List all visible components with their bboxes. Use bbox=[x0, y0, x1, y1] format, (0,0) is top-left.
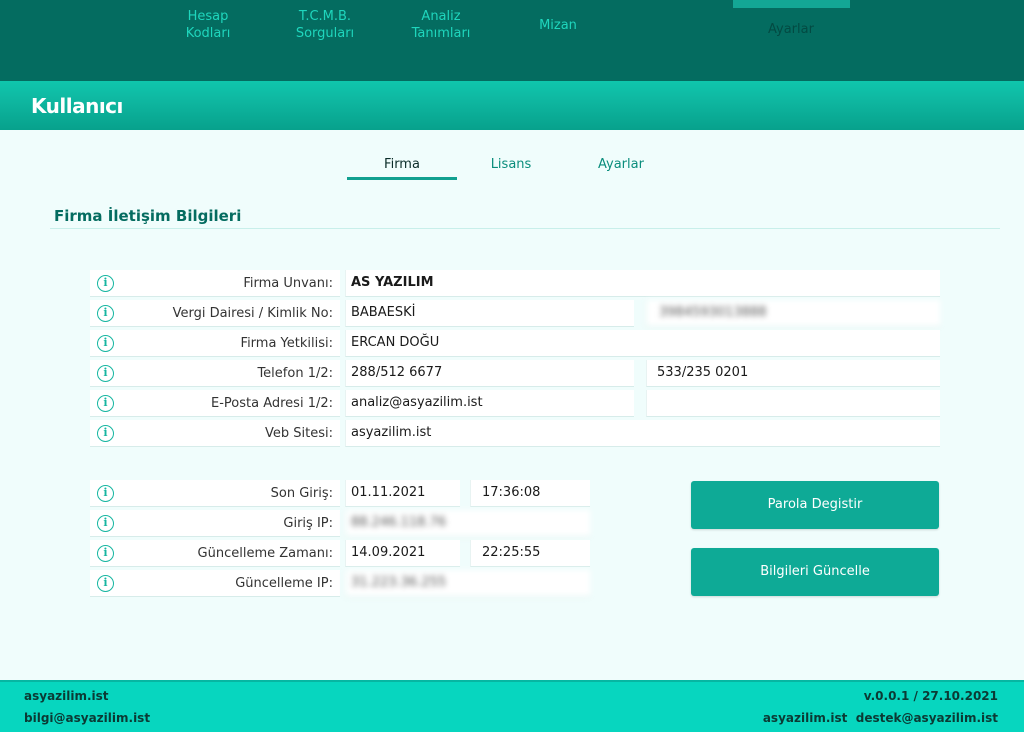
update-date[interactable]: 14.09.2021 bbox=[345, 540, 460, 567]
row-label: Güncelleme Zamanı: bbox=[197, 546, 333, 561]
tax-id-value[interactable]: 3984593013888 bbox=[646, 300, 940, 327]
phone-2-value[interactable]: 533/235 0201 bbox=[646, 360, 940, 387]
row-label: E-Posta Adresi 1/2: bbox=[211, 396, 333, 411]
row-label: Vergi Dairesi / Kimlik No: bbox=[172, 306, 333, 321]
email-1-value[interactable]: analiz@asyazilim.ist bbox=[345, 390, 634, 417]
row-label: Veb Sitesi: bbox=[265, 426, 333, 441]
info-icon[interactable]: i bbox=[97, 575, 114, 592]
update-info-button[interactable]: Bilgileri Güncelle bbox=[691, 548, 939, 596]
change-password-button[interactable]: Parola Degistir bbox=[691, 481, 939, 529]
nav-hesap-kodlari[interactable]: Hesap Kodları bbox=[168, 8, 248, 42]
footer-support-email[interactable]: destek@asyazilim.ist bbox=[856, 711, 998, 725]
firm-contact-value[interactable]: ERCAN DOĞU bbox=[345, 330, 940, 357]
nav-label: Tanımları bbox=[411, 26, 471, 41]
page-title-band: Kullanıcı bbox=[0, 81, 1024, 130]
info-icon[interactable]: i bbox=[97, 335, 114, 352]
info-icon[interactable]: i bbox=[97, 425, 114, 442]
top-navigation: Hesap Kodları T.C.M.B. Sorguları Analiz … bbox=[0, 0, 1024, 81]
section-title: Firma İletişim Bilgileri bbox=[54, 207, 242, 225]
footer-support: asyazilim.ist destek@asyazilim.ist bbox=[763, 711, 998, 725]
firm-title-value[interactable]: AS YAZILIM bbox=[345, 270, 940, 297]
row-label: Firma Unvanı: bbox=[243, 276, 333, 291]
info-icon[interactable]: i bbox=[97, 275, 114, 292]
page-title: Kullanıcı bbox=[31, 94, 123, 118]
nav-label: T.C.M.B. bbox=[298, 9, 352, 24]
nav-label: Analiz bbox=[421, 9, 461, 24]
section-divider bbox=[50, 228, 1000, 229]
active-tab-underline bbox=[347, 177, 457, 180]
nav-active-indicator bbox=[733, 0, 850, 8]
footer-info-email[interactable]: bilgi@asyazilim.ist bbox=[24, 711, 150, 725]
info-icon[interactable]: i bbox=[97, 545, 114, 562]
footer-support-site[interactable]: asyazilim.ist bbox=[763, 711, 848, 725]
nav-ayarlar[interactable]: Ayarlar bbox=[750, 21, 832, 38]
tab-firma[interactable]: Firma bbox=[347, 157, 457, 172]
row-label: Firma Yetkilisi: bbox=[240, 336, 333, 351]
tax-office-value[interactable]: BABAESKİ bbox=[345, 300, 634, 327]
info-icon[interactable]: i bbox=[97, 365, 114, 382]
email-2-value[interactable] bbox=[646, 390, 940, 417]
update-time[interactable]: 22:25:55 bbox=[470, 540, 590, 567]
nav-mizan[interactable]: Mizan bbox=[518, 17, 598, 34]
nav-tcmb-sorgulari[interactable]: T.C.M.B. Sorguları bbox=[284, 8, 366, 42]
row-label: Telefon 1/2: bbox=[257, 366, 333, 381]
info-icon[interactable]: i bbox=[97, 305, 114, 322]
tab-lisans[interactable]: Lisans bbox=[456, 157, 566, 172]
nav-label: Kodları bbox=[185, 26, 231, 41]
website-value[interactable]: asyazilim.ist bbox=[345, 420, 940, 447]
login-ip-value[interactable]: 88.246.118.76 bbox=[345, 510, 590, 537]
footer: asyazilim.ist bilgi@asyazilim.ist v.0.0.… bbox=[0, 680, 1024, 732]
tab-ayarlar[interactable]: Ayarlar bbox=[566, 157, 676, 172]
phone-1-value[interactable]: 288/512 6677 bbox=[345, 360, 634, 387]
footer-site-link[interactable]: asyazilim.ist bbox=[24, 689, 109, 703]
footer-version: v.0.0.1 / 27.10.2021 bbox=[863, 689, 998, 703]
row-label: Güncelleme IP: bbox=[235, 576, 333, 591]
row-label: Son Giriş: bbox=[270, 486, 333, 501]
update-ip-value[interactable]: 31.223.36.255 bbox=[345, 570, 590, 597]
info-icon[interactable]: i bbox=[97, 395, 114, 412]
nav-label: Sorguları bbox=[295, 26, 355, 41]
last-login-time[interactable]: 17:36:08 bbox=[470, 480, 590, 507]
nav-label: Mizan bbox=[539, 18, 577, 33]
nav-analiz-tanimlari[interactable]: Analiz Tanımları bbox=[400, 8, 482, 42]
info-icon[interactable]: i bbox=[97, 515, 114, 532]
nav-label: Hesap bbox=[187, 9, 229, 24]
row-label: Giriş IP: bbox=[283, 516, 333, 531]
info-icon[interactable]: i bbox=[97, 485, 114, 502]
last-login-date[interactable]: 01.11.2021 bbox=[345, 480, 460, 507]
